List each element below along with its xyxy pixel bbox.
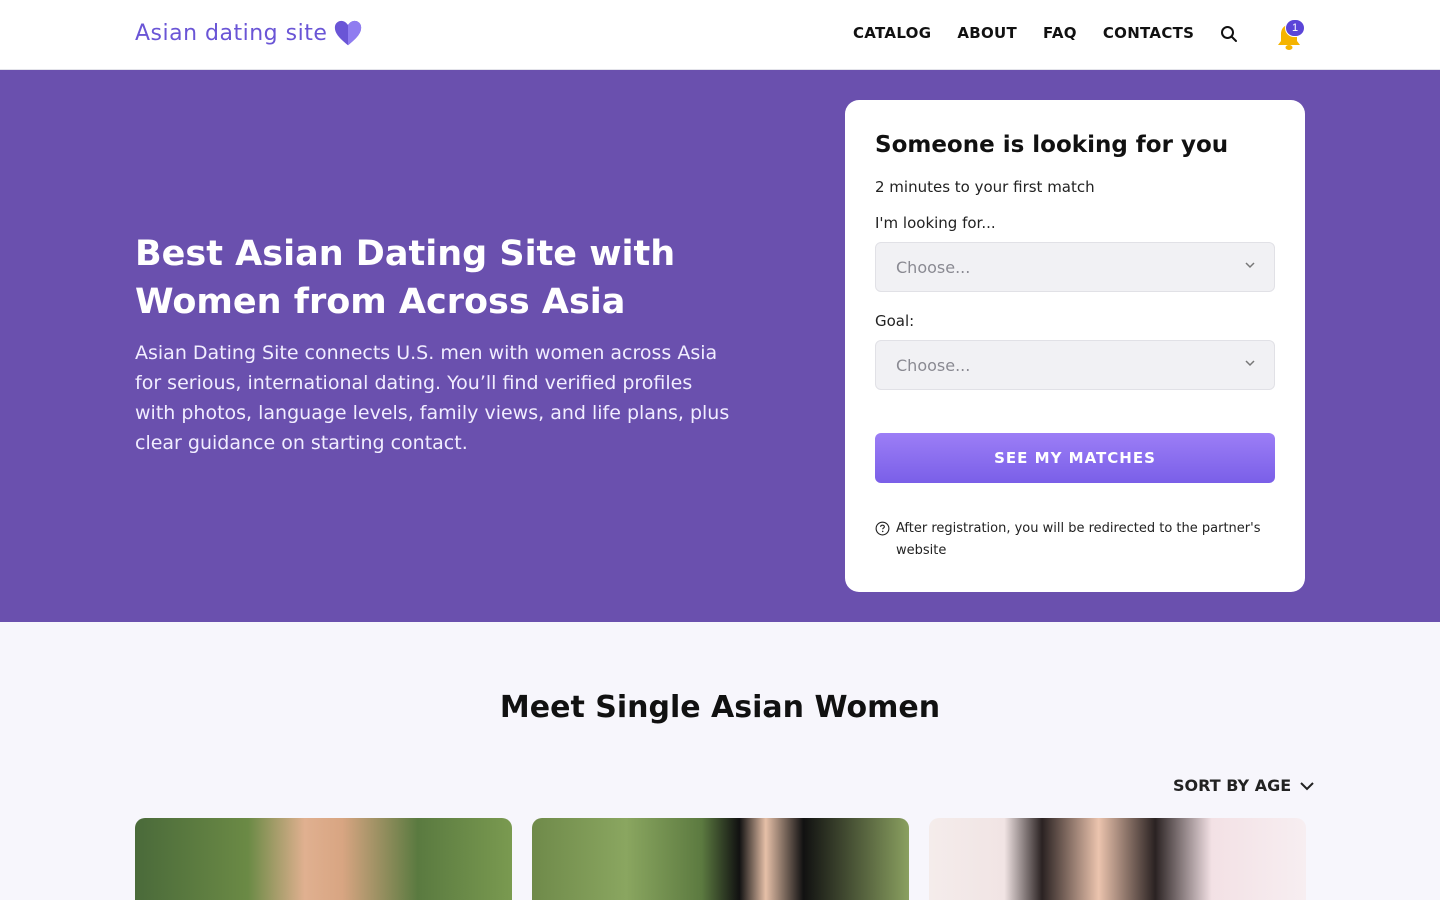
question-circle-icon bbox=[875, 521, 890, 536]
logo-text: Asian dating site bbox=[135, 20, 328, 46]
profile-card-photo[interactable] bbox=[929, 818, 1306, 900]
chevron-down-icon bbox=[1300, 781, 1314, 790]
sort-label: SORT BY AGE bbox=[1173, 776, 1292, 795]
match-form-card: Someone is looking for you 2 minutes to … bbox=[845, 100, 1305, 592]
nav-faq[interactable]: FAQ bbox=[1043, 24, 1077, 42]
see-matches-button[interactable]: SEE MY MATCHES bbox=[875, 433, 1275, 483]
goal-value: Choose... bbox=[896, 356, 971, 375]
site-header: Asian dating site CATALOG ABOUT FAQ CONT… bbox=[0, 0, 1440, 70]
profile-card-photo[interactable] bbox=[532, 818, 909, 900]
chevron-down-icon bbox=[1245, 360, 1255, 367]
heart-logo-icon bbox=[335, 20, 362, 46]
sort-dropdown[interactable]: SORT BY AGE bbox=[1173, 776, 1315, 795]
hero-description: Asian Dating Site connects U.S. men with… bbox=[135, 342, 730, 454]
profile-card-photo[interactable] bbox=[135, 818, 512, 900]
notification-badge: 1 bbox=[1285, 19, 1305, 37]
nav-contacts[interactable]: CONTACTS bbox=[1103, 24, 1194, 42]
site-logo[interactable]: Asian dating site bbox=[135, 18, 363, 48]
goal-select[interactable]: Choose... bbox=[875, 340, 1275, 390]
looking-for-label: I'm looking for... bbox=[875, 214, 996, 232]
chevron-down-icon bbox=[1245, 262, 1255, 269]
redirect-note-text: After registration, you will be redirect… bbox=[896, 521, 1261, 558]
hero-title: Best Asian Dating Site with Women from A… bbox=[135, 234, 676, 322]
search-icon[interactable] bbox=[1219, 24, 1239, 44]
looking-for-value: Choose... bbox=[896, 258, 971, 277]
goal-label: Goal: bbox=[875, 312, 915, 330]
card-title: Someone is looking for you bbox=[875, 132, 1229, 158]
card-subtitle: 2 minutes to your first match bbox=[875, 178, 1095, 196]
main-nav: CATALOG ABOUT FAQ CONTACTS bbox=[853, 24, 1194, 42]
catalog-title: Meet Single Asian Women bbox=[499, 690, 941, 725]
looking-for-select[interactable]: Choose... bbox=[875, 242, 1275, 292]
nav-about[interactable]: ABOUT bbox=[957, 24, 1017, 42]
nav-catalog[interactable]: CATALOG bbox=[853, 24, 931, 42]
redirect-note: After registration, you will be redirect… bbox=[875, 518, 1275, 562]
